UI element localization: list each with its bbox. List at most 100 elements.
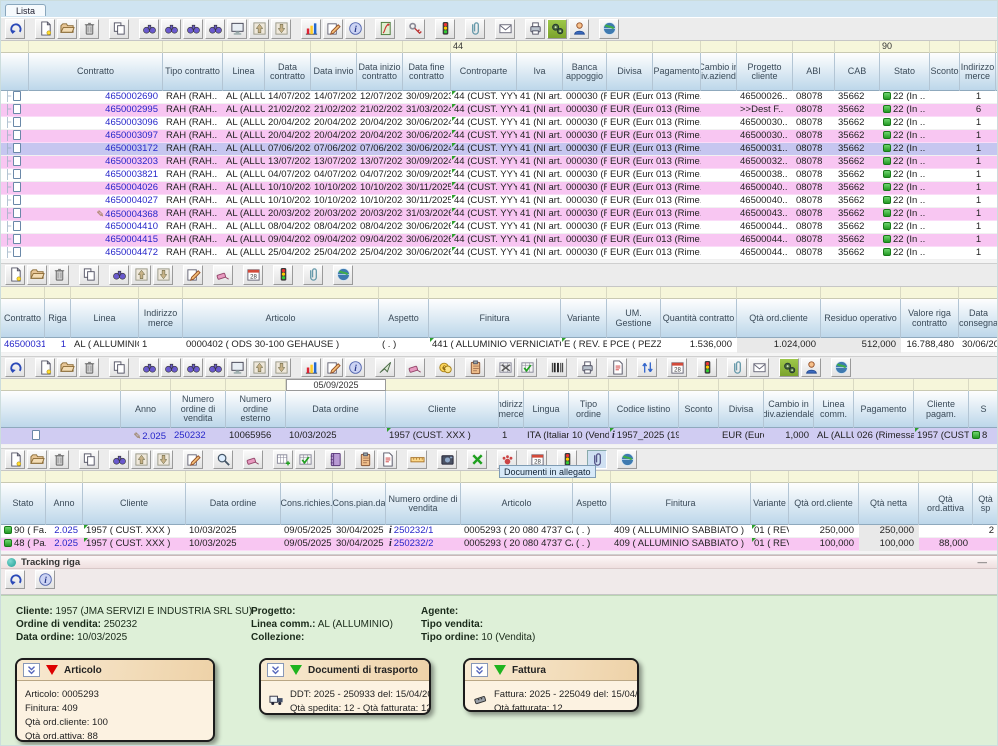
attachment-button[interactable] xyxy=(303,265,323,285)
filter-contratto[interactable] xyxy=(1,287,45,299)
attachment-button[interactable] xyxy=(465,19,485,39)
print-button[interactable] xyxy=(577,358,597,377)
search-button[interactable] xyxy=(109,265,129,285)
col-header-icon[interactable] xyxy=(1,391,121,428)
filter-residuo[interactable] xyxy=(821,287,901,299)
filter-iva[interactable] xyxy=(517,41,563,53)
search-next-button[interactable] xyxy=(161,19,181,39)
col-header-contratto[interactable]: Contratto xyxy=(1,299,45,338)
contract-row-4650003172[interactable]: ├4650003172RAH (RAH..AL (ALLU..07/06/202… xyxy=(1,143,998,156)
copy-button[interactable] xyxy=(109,358,129,377)
col-header-cliente_pagam[interactable]: Cliente pagam. xyxy=(914,391,969,428)
clipboard-button[interactable] xyxy=(465,358,485,377)
cell-contratto[interactable]: 4650002995 xyxy=(29,104,163,117)
contract-row-4650003203[interactable]: ├4650003203RAH (RAH..AL (ALLU..13/07/202… xyxy=(1,156,998,169)
delete-button[interactable] xyxy=(49,450,69,469)
cell-contratto[interactable]: ✎4650004368 xyxy=(29,208,163,221)
report-button[interactable] xyxy=(607,358,627,377)
col-header-valore[interactable]: Valore riga contratto xyxy=(901,299,959,338)
filter-abi[interactable] xyxy=(793,41,835,53)
table-check-button[interactable] xyxy=(517,358,537,377)
eraser-button[interactable] xyxy=(405,358,425,377)
info-button[interactable]: i xyxy=(345,358,365,377)
green-cross-button[interactable] xyxy=(467,450,487,469)
collapse-tracking-button[interactable]: — xyxy=(978,557,988,568)
delete-button[interactable] xyxy=(79,19,99,39)
new-document-button[interactable] xyxy=(35,358,55,377)
table-cross-button[interactable] xyxy=(495,358,515,377)
cell-contratto[interactable]: 4650003203 xyxy=(29,156,163,169)
traffic-light-button[interactable] xyxy=(697,358,717,377)
col-header-progetto[interactable]: Progetto cliente xyxy=(737,53,793,91)
col-header-sconto[interactable]: Sconto xyxy=(930,53,960,91)
cell-contratto[interactable]: 4650004027 xyxy=(29,195,163,208)
col-header-riga[interactable]: Riga xyxy=(45,299,71,338)
chart-button[interactable] xyxy=(301,358,321,377)
col-header-divisa[interactable]: Divisa xyxy=(719,391,764,428)
traffic-light-button[interactable] xyxy=(435,19,455,39)
filter-num_vendita[interactable] xyxy=(386,471,461,483)
ruler-button[interactable] xyxy=(407,450,427,469)
col-header-aspetto[interactable]: Aspetto xyxy=(573,483,611,525)
col-header-data_ordine[interactable]: Data ordine xyxy=(186,483,281,525)
col-header-sconto[interactable]: Sconto xyxy=(679,391,719,428)
col-header-divisa[interactable]: Divisa xyxy=(607,53,653,91)
col-header-anno[interactable]: Anno xyxy=(121,391,171,428)
user-button[interactable] xyxy=(801,358,821,377)
col-header-variante[interactable]: Variante xyxy=(561,299,607,338)
contract-row-4650004472[interactable]: ├4650004472RAH (RAH..AL (ALLU..25/04/202… xyxy=(1,247,998,260)
search-filter-button[interactable] xyxy=(183,358,203,377)
col-header-linea[interactable]: Linea xyxy=(71,299,139,338)
edit-button[interactable] xyxy=(323,358,343,377)
col-header-finitura[interactable]: Finitura xyxy=(429,299,561,338)
undo-button[interactable] xyxy=(5,358,25,377)
col-header-articolo[interactable]: Articolo xyxy=(461,483,573,525)
cell-num_vendita[interactable]: i250232/2 xyxy=(386,538,461,551)
col-header-tipo[interactable]: Tipo contratto xyxy=(163,53,223,91)
info-button[interactable]: i xyxy=(35,570,55,589)
filter-divisa[interactable] xyxy=(607,41,653,53)
filter-variante[interactable] xyxy=(561,287,607,299)
filter-cambio[interactable] xyxy=(701,41,737,53)
chart-button[interactable] xyxy=(301,19,321,39)
search-all-button[interactable] xyxy=(205,19,225,39)
col-header-pagamento[interactable]: Pagamento xyxy=(653,53,701,91)
filter-banca[interactable] xyxy=(563,41,607,53)
cell-contratto[interactable]: 4650002690 xyxy=(29,91,163,104)
filter-cliente[interactable] xyxy=(83,471,186,483)
filter-qta_cliente[interactable] xyxy=(789,471,859,483)
export-button[interactable] xyxy=(271,358,291,377)
col-header-contratto[interactable]: Contratto xyxy=(29,53,163,91)
collapse-card-button[interactable] xyxy=(267,663,284,677)
calendar-button[interactable]: 28 xyxy=(243,265,263,285)
filter-qta_ord[interactable] xyxy=(737,287,821,299)
collapse-card-button[interactable] xyxy=(471,663,488,677)
col-header-indirizzo[interactable]: Indirizzo merce xyxy=(960,53,996,91)
filter-finitura[interactable] xyxy=(611,471,751,483)
order-row-250232/2[interactable]: 48 ( Pa..2.0251957 ( CUST. XXX )10/03/20… xyxy=(1,538,998,551)
filter-progetto[interactable] xyxy=(737,41,793,53)
cell-num_vendita[interactable]: 250232 xyxy=(171,428,226,445)
col-header-num_vendita[interactable]: Numero ordine di vendita xyxy=(386,483,461,525)
eraser-button[interactable] xyxy=(213,265,233,285)
cell-contratto[interactable]: 4650003821 xyxy=(29,169,163,182)
filter-d2[interactable] xyxy=(311,41,357,53)
col-header-codice[interactable]: Codice listino xyxy=(609,391,679,428)
contract-row-4650002690[interactable]: ├4650002690RAH (RAH..AL (ALLU..14/07/202… xyxy=(1,91,998,104)
filter-qta_sp[interactable] xyxy=(973,471,998,483)
col-header-um[interactable]: UM. Gestione xyxy=(607,299,661,338)
filter-quantita[interactable] xyxy=(661,287,737,299)
filter-icon[interactable] xyxy=(1,379,121,391)
send-button[interactable] xyxy=(375,358,395,377)
filter-contratto[interactable] xyxy=(29,41,163,53)
cell-contratto[interactable]: 4650003172 xyxy=(29,143,163,156)
cell-contratto[interactable]: 4650004472 xyxy=(29,247,163,260)
filter-num_esterno[interactable] xyxy=(226,379,286,391)
contract-row-4650004368[interactable]: ├✎4650004368RAH (RAH..AL (ALLU..20/03/20… xyxy=(1,208,998,221)
contract-row-4650004026[interactable]: ├4650004026RAH (RAH..AL (ALLU..10/10/202… xyxy=(1,182,998,195)
export-button[interactable] xyxy=(271,19,291,39)
col-header-d3[interactable]: Data inizio contratto xyxy=(357,53,403,91)
copy-button[interactable] xyxy=(109,19,129,39)
contract-row-4650004415[interactable]: ├4650004415RAH (RAH..AL (ALLU..09/04/202… xyxy=(1,234,998,247)
open-folder-button[interactable] xyxy=(57,19,77,39)
